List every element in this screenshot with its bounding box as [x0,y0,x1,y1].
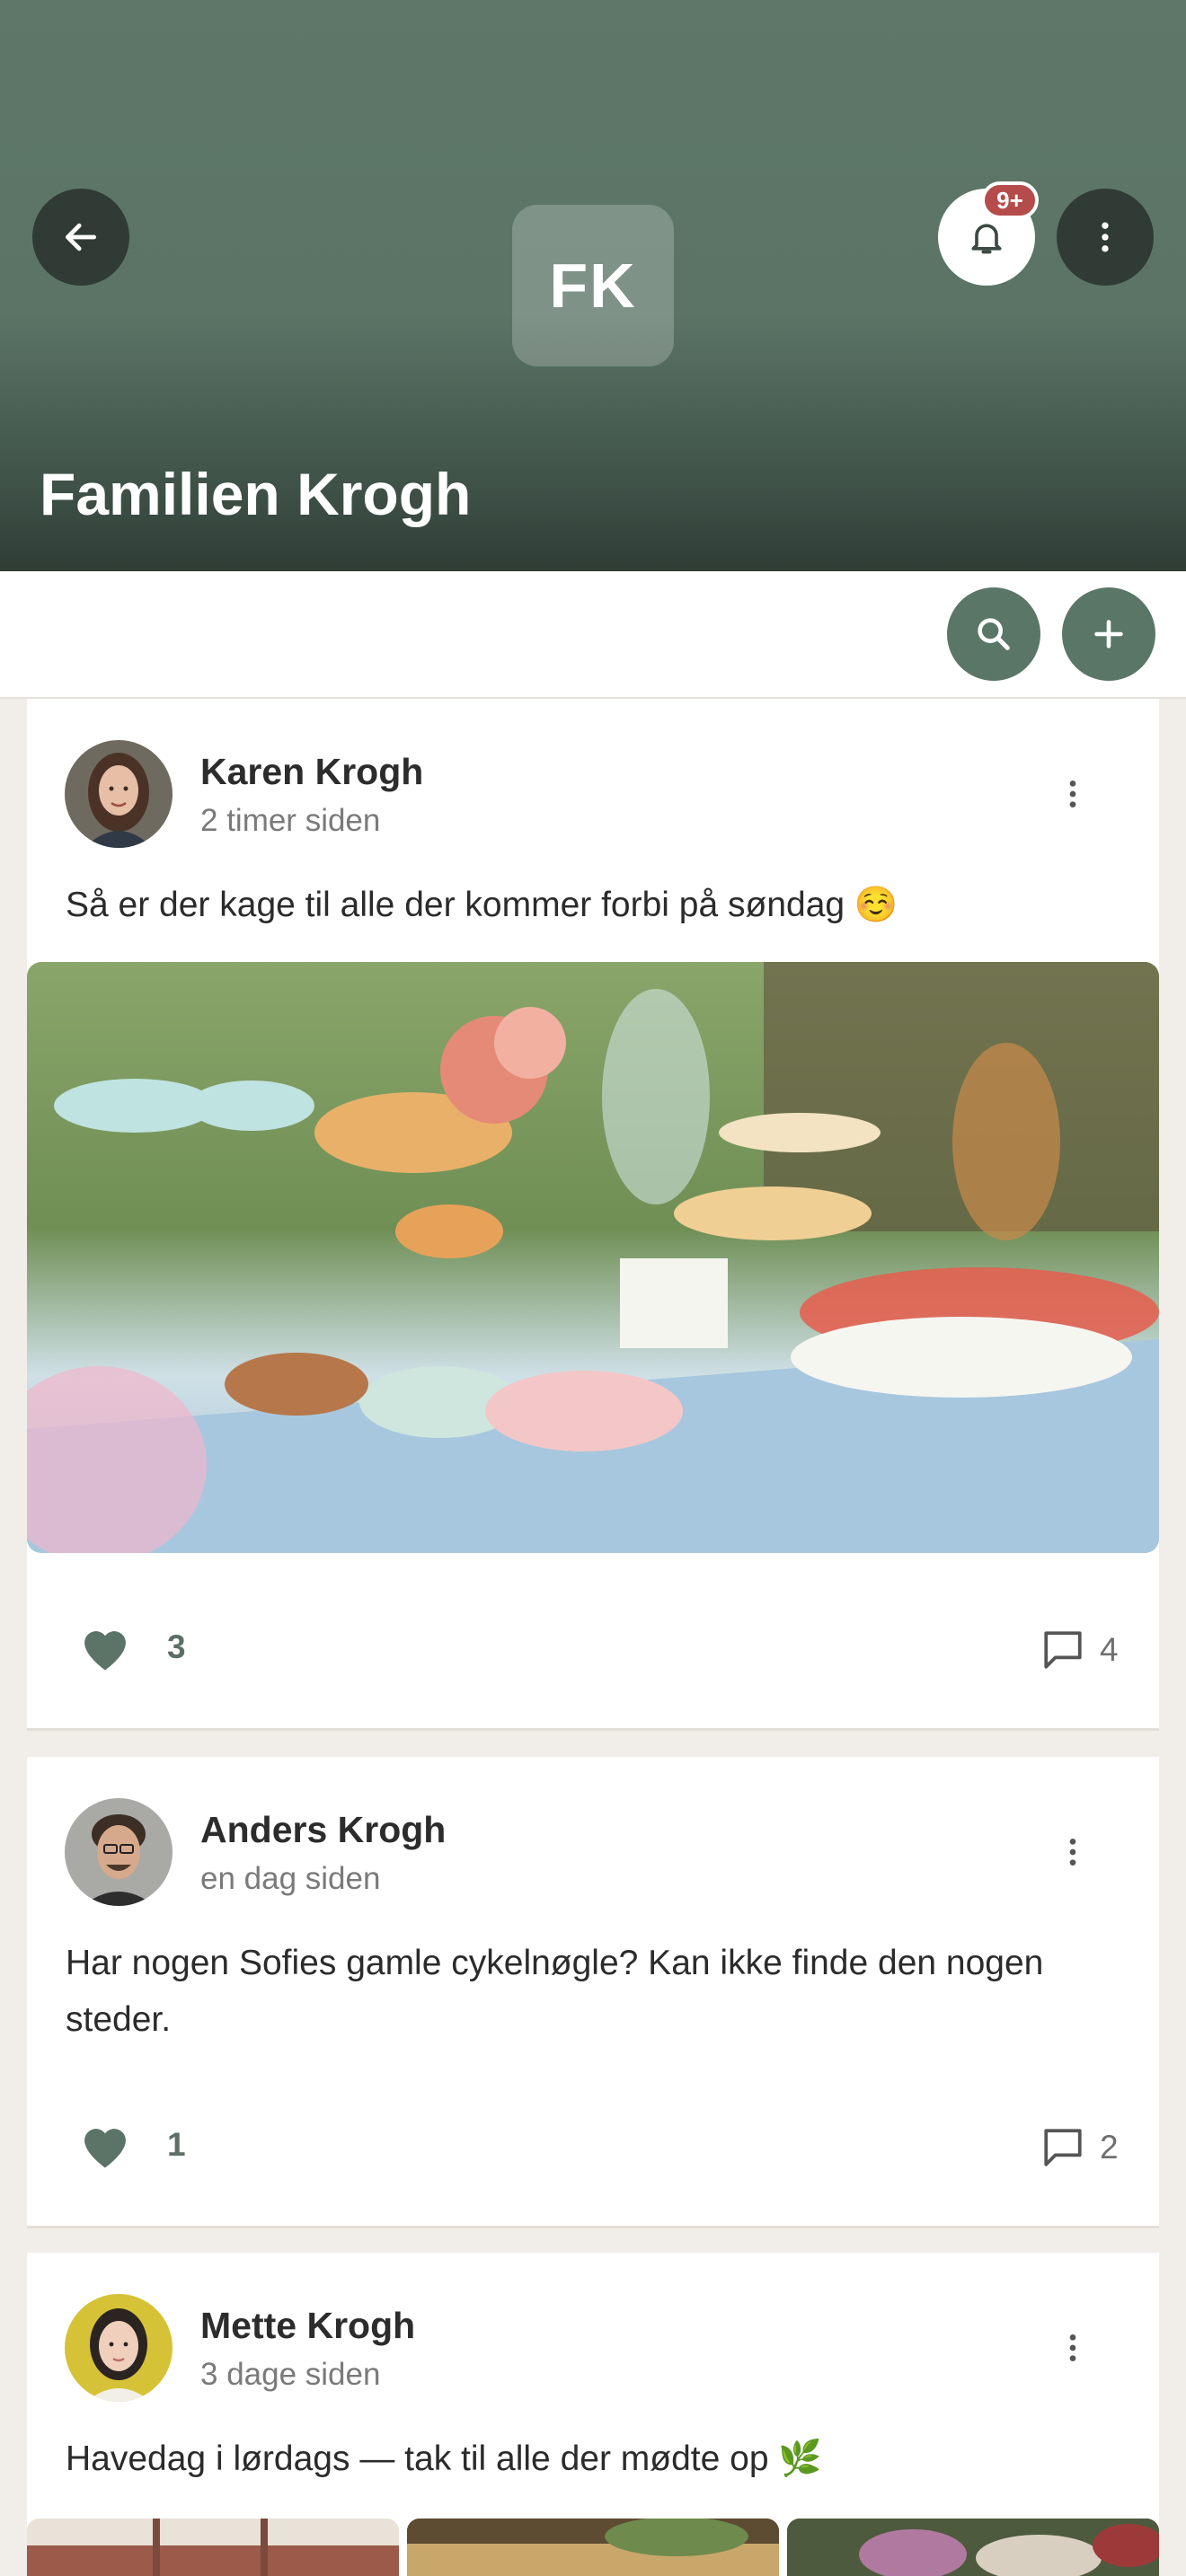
group-avatar: FK [512,205,674,366]
bell-icon [971,224,1002,254]
more-vertical-icon [1069,781,1076,807]
more-vertical-icon [1069,2334,1076,2361]
avatar[interactable] [65,1798,173,1906]
search-icon [978,618,1010,650]
more-options-button[interactable] [1057,189,1154,286]
post-card: Karen Krogh 2 timer siden Så er der kage… [27,699,1159,1731]
group-header: FK 9+ Familien Krogh [0,0,1186,571]
post-text: Har nogen Sofies gamle cykelnøgle? Kan i… [66,1944,1044,2039]
post-card: Mette Krogh 3 dage siden Havedag i lørda… [27,2253,1159,2576]
post-options-button[interactable] [1046,2312,1100,2384]
more-vertical-icon [1102,222,1109,252]
author-name[interactable]: Anders Krogh [200,1809,446,1851]
like-button[interactable]: 3 [77,1622,186,1672]
like-count: 1 [167,2126,186,2163]
gallery-image[interactable] [787,2519,1159,2576]
heart-icon [84,2129,126,2168]
comment-count: 2 [1100,2129,1119,2166]
add-post-button[interactable] [1062,587,1155,681]
comment-count: 4 [1100,1631,1119,1668]
arrow-left-icon [65,223,97,251]
heart-icon [84,1631,126,1671]
notification-badge: 9+ [981,181,1039,219]
avatar[interactable] [65,740,173,848]
avatar[interactable] [65,2294,173,2402]
action-toolbar [0,571,1186,699]
post-image-gallery [27,2519,1159,2576]
post-text: Havedag i lørdags — tak til alle der mød… [66,2439,822,2478]
post-time: en dag siden [200,1861,381,1896]
group-title: Familien Krogh [40,461,472,527]
search-button[interactable] [947,587,1040,681]
like-count: 3 [167,1628,186,1665]
author-name[interactable]: Mette Krogh [200,2305,415,2347]
post-image[interactable] [27,962,1159,1553]
comment-icon [1044,1631,1082,1669]
post-options-button[interactable] [1046,1816,1100,1888]
more-vertical-icon [1069,1839,1076,1866]
comment-button[interactable]: 4 [1040,1628,1119,1672]
plus-icon [1094,620,1123,648]
group-initials: FK [549,251,637,321]
like-button[interactable]: 1 [77,2120,186,2170]
comment-icon [1044,2129,1082,2166]
comment-button[interactable]: 2 [1040,2125,1119,2170]
author-name[interactable]: Karen Krogh [200,751,423,793]
post-card: Anders Krogh en dag siden Har nogen Sofi… [27,1757,1159,2228]
post-time: 3 dage siden [200,2357,381,2392]
gallery-image[interactable] [27,2519,399,2576]
gallery-image[interactable] [407,2519,779,2576]
back-button[interactable] [32,189,129,286]
post-options-button[interactable] [1046,758,1100,830]
post-text: Så er der kage til alle der kommer forbi… [66,886,898,924]
post-time: 2 timer siden [200,803,381,838]
